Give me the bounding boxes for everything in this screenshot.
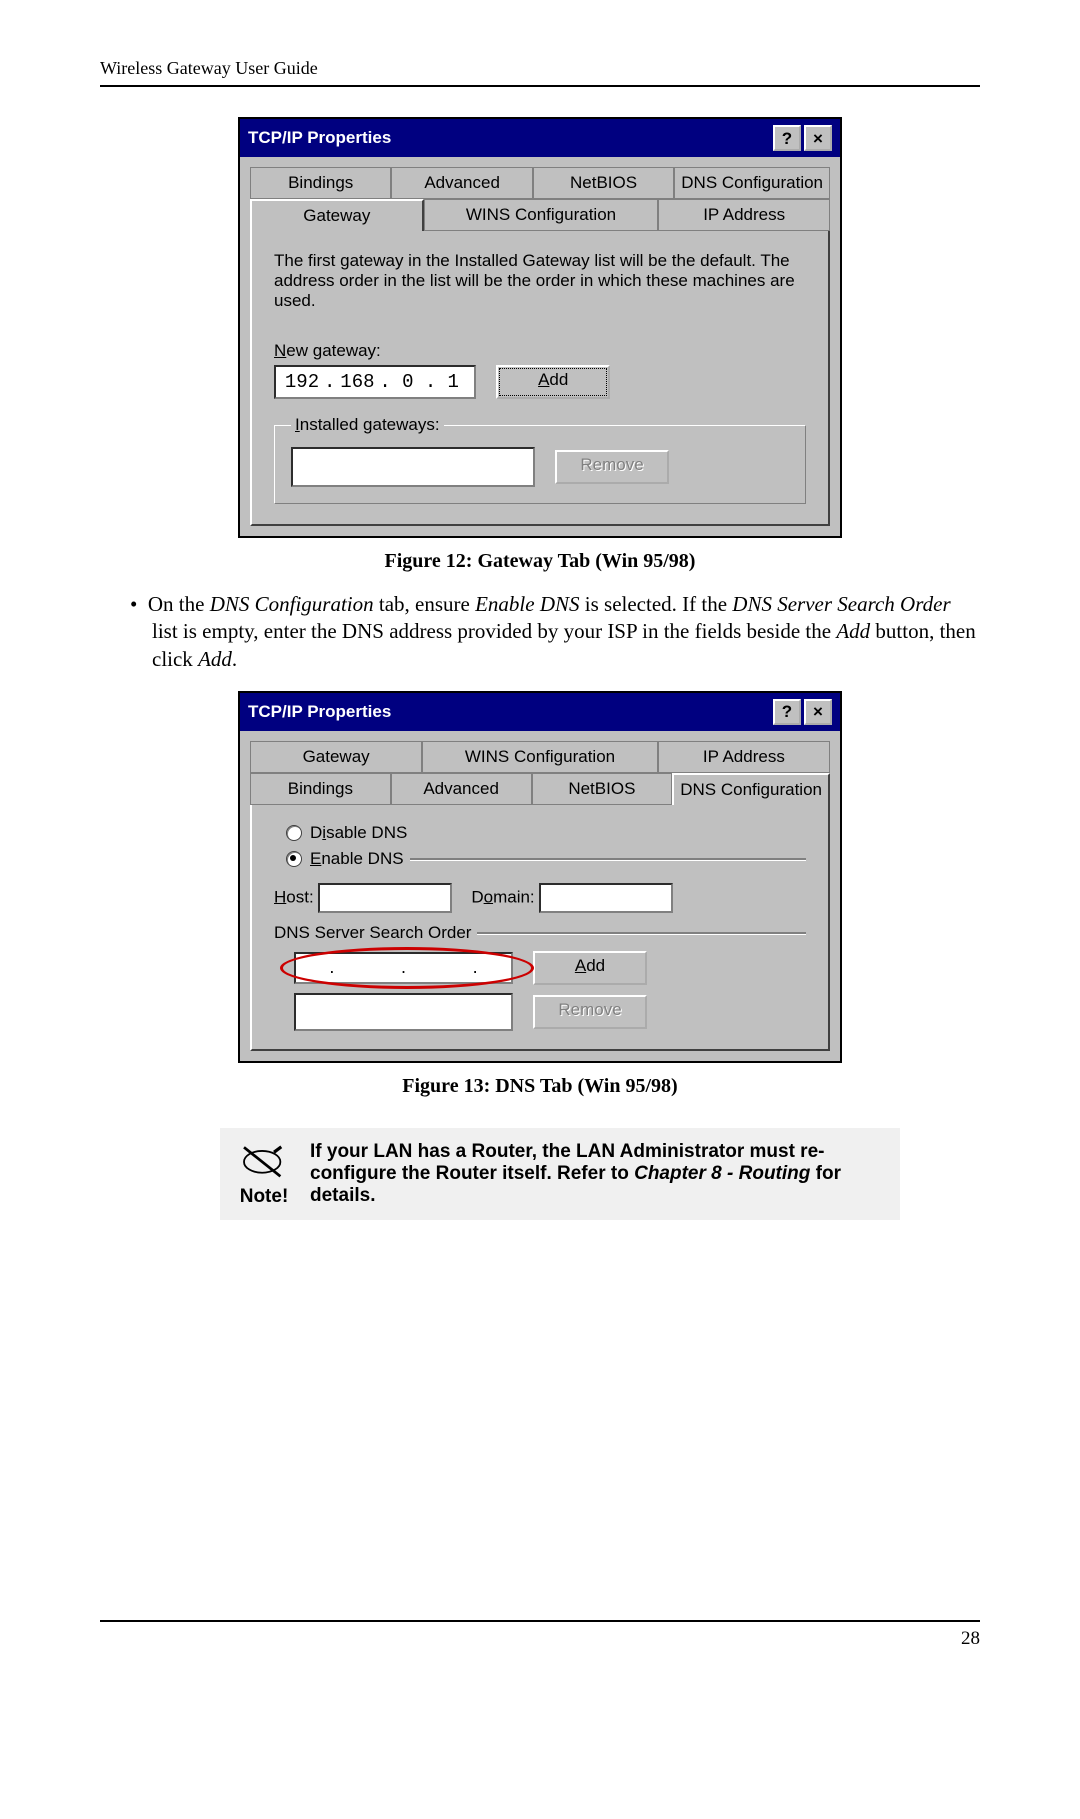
host-label: Host:Host:	[274, 887, 314, 906]
domain-label: Domain:Domain:	[471, 887, 534, 906]
note-text: If your LAN has a Router, the LAN Admini…	[310, 1141, 884, 1207]
tab-bindings[interactable]: Bindings	[250, 167, 391, 199]
add-button[interactable]: Add	[496, 365, 610, 399]
tab-bindings[interactable]: Bindings	[250, 773, 391, 805]
window-title: TCP/IP Properties	[248, 128, 770, 148]
tab-dns-config[interactable]: DNS Configuration	[674, 167, 830, 199]
disable-dns-option[interactable]: Disable DNS Disable DNS	[286, 823, 806, 843]
dns-search-order-label: DNS Server Search Order	[274, 923, 471, 943]
tab-ip-address[interactable]: IP Address	[658, 741, 830, 773]
tab-ip-address[interactable]: IP Address	[658, 199, 830, 231]
note-icon: Note!	[236, 1140, 292, 1208]
page-header: Wireless Gateway User Guide	[100, 58, 980, 87]
help-icon[interactable]: ?	[773, 699, 801, 725]
installed-gateways-list[interactable]	[291, 447, 535, 487]
tab-gateway[interactable]: Gateway	[250, 741, 422, 773]
tab-panel-dns: Disable DNS Disable DNS Enable DNS Enabl…	[250, 805, 830, 1051]
dialog-tcpip-dns: TCP/IP Properties ? × Gateway WINS Confi…	[238, 691, 842, 1063]
tab-gateway[interactable]: Gateway	[250, 199, 424, 231]
tab-strip: Gateway WINS Configuration IP Address Bi…	[240, 731, 840, 805]
figure-12-caption: Figure 12: Gateway Tab (Win 95/98)	[100, 550, 980, 573]
host-input[interactable]	[318, 883, 452, 913]
titlebar: TCP/IP Properties ? ×	[240, 693, 840, 731]
add-button[interactable]: AddAdd	[533, 951, 647, 985]
tab-netbios[interactable]: NetBIOS	[532, 773, 673, 805]
tab-strip: Bindings Advanced NetBIOS DNS Configurat…	[240, 157, 840, 231]
dns-ip-input[interactable]: ...	[294, 952, 513, 984]
tab-wins[interactable]: WINS Configuration	[424, 199, 659, 231]
installed-gateways-group: Installed gateways:Installed gateways: R…	[274, 415, 806, 504]
page-footer: 28	[100, 1620, 980, 1650]
gateway-description: The first gateway in the Installed Gatew…	[274, 251, 806, 311]
domain-input[interactable]	[539, 883, 673, 913]
tab-advanced[interactable]: Advanced	[391, 167, 532, 199]
close-icon[interactable]: ×	[804, 125, 832, 151]
close-icon[interactable]: ×	[804, 699, 832, 725]
tab-advanced[interactable]: Advanced	[391, 773, 532, 805]
page-number: 28	[961, 1628, 980, 1649]
note-callout: Note! If your LAN has a Router, the LAN …	[220, 1128, 900, 1220]
tab-netbios[interactable]: NetBIOS	[533, 167, 674, 199]
tab-wins[interactable]: WINS Configuration	[422, 741, 658, 773]
tab-dns-config[interactable]: DNS Configuration	[672, 773, 830, 805]
figure-13-caption: Figure 13: DNS Tab (Win 95/98)	[100, 1075, 980, 1098]
installed-gateways-label: Installed gateways:Installed gateways:	[291, 415, 444, 435]
window-title: TCP/IP Properties	[248, 702, 770, 722]
dialog-tcpip-gateway: TCP/IP Properties ? × Bindings Advanced …	[238, 117, 842, 538]
new-gateway-label: NNew gateway:ew gateway:	[274, 341, 806, 361]
help-icon[interactable]: ?	[773, 125, 801, 151]
remove-button: Remove	[533, 995, 647, 1029]
tab-panel-gateway: The first gateway in the Installed Gatew…	[250, 231, 830, 526]
enable-dns-option[interactable]: Enable DNS Enable DNS	[286, 849, 404, 869]
new-gateway-input[interactable]: 192. 168. 0. 1	[274, 365, 476, 399]
paragraph-dns-instruction: • On the DNS Configuration tab, ensure E…	[130, 591, 980, 673]
dns-server-list[interactable]	[294, 993, 513, 1031]
titlebar: TCP/IP Properties ? ×	[240, 119, 840, 157]
remove-button: Remove	[555, 450, 669, 484]
